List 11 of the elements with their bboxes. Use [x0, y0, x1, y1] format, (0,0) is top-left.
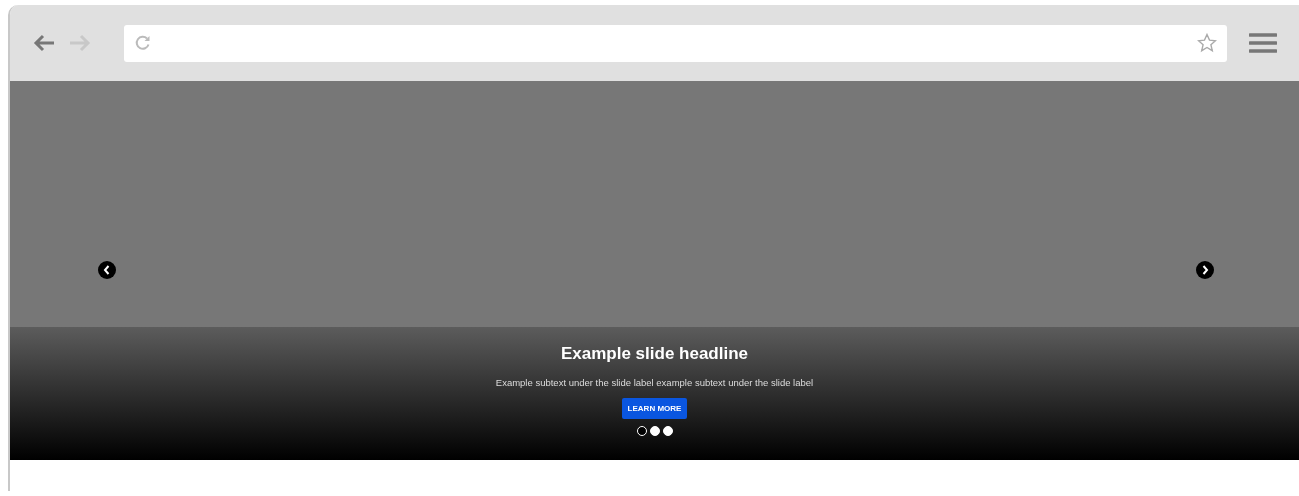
next-button[interactable]: [1196, 261, 1214, 279]
slide-indicator[interactable]: [662, 426, 673, 436]
reload-icon[interactable]: [134, 34, 152, 52]
slide-indicator[interactable]: [636, 426, 647, 436]
menu-icon[interactable]: [1249, 32, 1277, 54]
slide-headline: Example slide headline: [560, 344, 749, 364]
previous-button[interactable]: [98, 261, 116, 279]
slide-subtext: Example subtext under the slide label example subtext under the slide label: [495, 377, 814, 388]
slide-indicator[interactable]: [649, 426, 660, 436]
star-icon[interactable]: [1197, 33, 1217, 53]
learn-more-button[interactable]: LEARN MORE: [621, 398, 688, 419]
